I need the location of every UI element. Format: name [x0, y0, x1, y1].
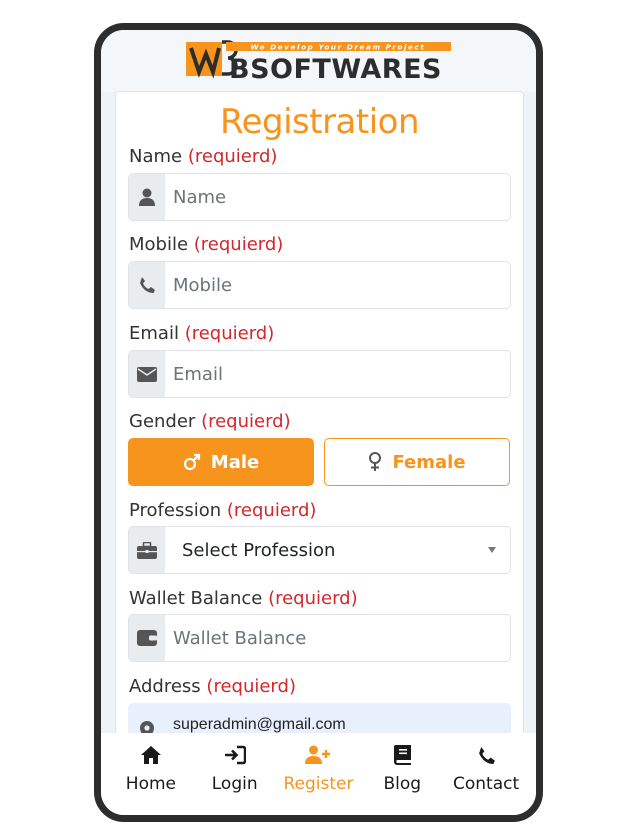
required-mark: (requierd)	[226, 500, 317, 521]
wallet-icon	[129, 615, 165, 661]
gender-label: Gender (requierd)	[129, 411, 291, 432]
sign-in-icon	[224, 744, 246, 766]
header: We Develop Your Dream Project BSOFTWARES	[101, 30, 536, 92]
profession-select[interactable]: Select Profession	[128, 526, 511, 574]
user-icon	[129, 174, 165, 220]
required-mark: (requierd)	[201, 411, 291, 432]
gender-label-text: Gender	[129, 411, 196, 432]
registration-card: Registration Name (requierd) Name Mobile…	[115, 91, 524, 751]
email-placeholder: Email	[173, 363, 223, 385]
nav-home[interactable]: Home	[111, 733, 191, 794]
nav-blog-label: Blog	[383, 774, 422, 794]
chevron-down-icon	[488, 547, 496, 553]
briefcase-icon	[129, 527, 165, 573]
wallet-field[interactable]: Wallet Balance	[128, 614, 511, 662]
nav-contact[interactable]: Contact	[446, 733, 526, 794]
mobile-label-text: Mobile	[129, 234, 189, 255]
envelope-icon	[129, 351, 165, 397]
phone-frame: We Develop Your Dream Project BSOFTWARES…	[94, 23, 543, 822]
required-mark: (requierd)	[268, 588, 358, 609]
brand-name: BSOFTWARES	[229, 54, 442, 84]
book-icon	[393, 744, 411, 766]
gender-male-label: Male	[210, 451, 260, 473]
address-label: Address (requierd)	[129, 676, 296, 697]
brand-tagline: We Develop Your Dream Project	[251, 43, 426, 52]
required-mark: (requierd)	[206, 676, 296, 697]
gender-female-label: Female	[392, 451, 466, 473]
gender-female-button[interactable]: Female	[324, 438, 510, 486]
male-icon	[183, 453, 200, 471]
bottom-nav: Home Login Register Blog Contact	[101, 733, 536, 815]
wallet-label-text: Wallet Balance	[129, 588, 263, 609]
required-mark: (requierd)	[193, 234, 284, 255]
nav-login[interactable]: Login	[195, 733, 275, 794]
email-label: Email (requierd)	[129, 323, 274, 344]
female-icon	[369, 452, 382, 471]
mobile-label: Mobile (requierd)	[129, 234, 283, 255]
required-mark: (requierd)	[184, 323, 275, 344]
home-icon	[140, 744, 162, 766]
brand-logo[interactable]: We Develop Your Dream Project BSOFTWARES	[186, 40, 456, 84]
phone-icon	[477, 744, 496, 766]
nav-blog[interactable]: Blog	[362, 733, 442, 794]
address-label-text: Address	[129, 676, 201, 697]
nav-register[interactable]: Register	[278, 733, 358, 794]
required-mark: (requierd)	[187, 146, 278, 167]
nav-register-label: Register	[283, 774, 354, 794]
gender-male-button[interactable]: Male	[128, 438, 314, 486]
mobile-placeholder: Mobile	[173, 274, 233, 296]
profession-value: Select Profession	[182, 539, 336, 561]
wallet-label: Wallet Balance (requierd)	[129, 588, 358, 609]
mobile-field[interactable]: Mobile	[128, 261, 511, 309]
nav-login-label: Login	[211, 774, 258, 794]
email-field[interactable]: Email	[128, 350, 511, 398]
wallet-placeholder: Wallet Balance	[173, 627, 307, 649]
page-title: Registration	[219, 102, 420, 142]
profession-label-text: Profession	[129, 500, 222, 521]
email-label-text: Email	[129, 323, 179, 344]
phone-icon	[129, 262, 165, 308]
name-placeholder: Name	[173, 186, 227, 208]
nav-home-label: Home	[125, 774, 176, 794]
name-field[interactable]: Name	[128, 173, 511, 221]
name-label-text: Name	[129, 146, 183, 167]
name-label: Name (requierd)	[129, 146, 277, 167]
user-plus-icon	[305, 744, 331, 766]
profession-label: Profession (requierd)	[129, 500, 316, 521]
nav-contact-label: Contact	[453, 774, 520, 794]
